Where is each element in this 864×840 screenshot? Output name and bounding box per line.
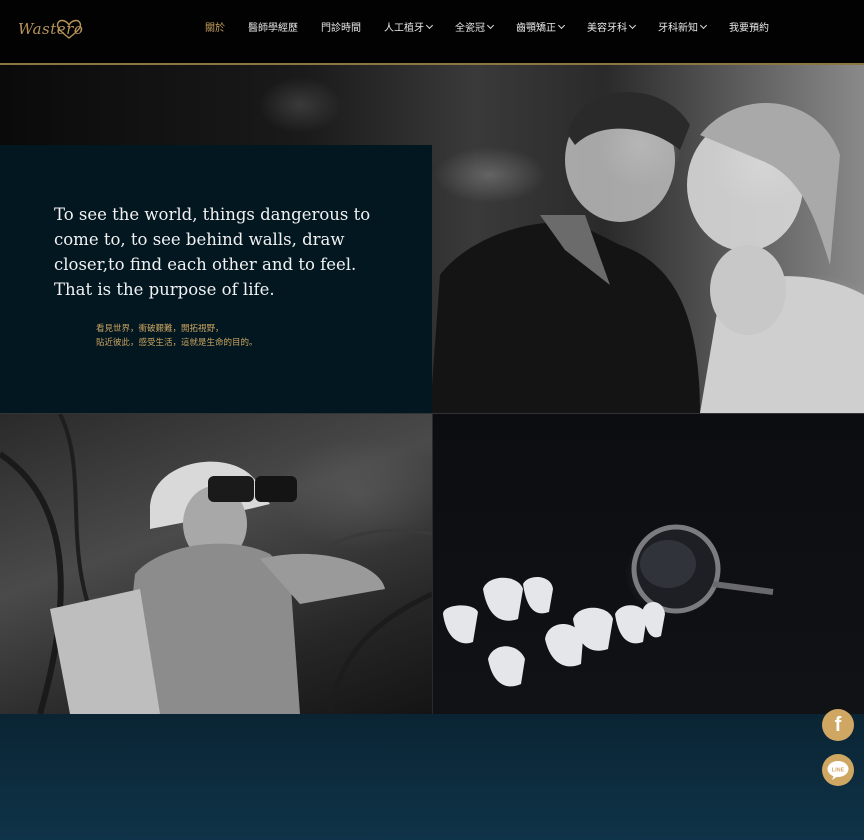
chevron-down-icon xyxy=(557,21,566,29)
explorer-photo-silhouettes xyxy=(0,414,432,714)
site-header: Wastero 關於 醫師學經歷 門診時間 人工植牙 全瓷冠 齒顎矯正 美容牙科… xyxy=(0,0,864,65)
line-icon-text: LINE xyxy=(832,768,845,774)
chevron-down-icon xyxy=(425,21,434,29)
nav-label: 關於 xyxy=(205,22,225,34)
quote-english: To see the world, things dangerous to co… xyxy=(54,205,371,299)
site-logo[interactable]: Wastero xyxy=(18,18,84,48)
nav-item-implant[interactable]: 人工植牙 xyxy=(384,19,434,34)
nav-item-hours[interactable]: 門診時間 xyxy=(321,19,361,34)
chevron-down-icon xyxy=(699,21,708,29)
veneers-photo-objects xyxy=(443,524,774,687)
nav-item-booking[interactable]: 我要預約 xyxy=(729,19,769,34)
quote-chinese-line1: 看見世界，衝破艱難，開拓視野， xyxy=(96,324,224,334)
nav-item-orthodontics[interactable]: 齒顎矯正 xyxy=(516,19,566,34)
nav-label: 我要預約 xyxy=(729,22,769,34)
nav-item-ceramic-crown[interactable]: 全瓷冠 xyxy=(455,19,495,34)
explorer-photo xyxy=(0,414,432,714)
nav-item-about[interactable]: 關於 xyxy=(205,19,225,34)
facebook-icon: f xyxy=(834,713,842,736)
quote-panel: To see the world, things dangerous to co… xyxy=(0,145,432,413)
veneers-photo xyxy=(433,414,864,714)
chevron-down-icon xyxy=(486,21,495,29)
nav-label: 齒顎矯正 xyxy=(516,22,556,34)
line-icon: LINE xyxy=(827,761,849,780)
chevron-down-icon xyxy=(628,21,637,29)
bottom-section xyxy=(0,714,864,840)
quote-chinese: 看見世界，衝破艱難，開拓視野， 貼近彼此，感受生活，這就是生命的目的。 xyxy=(96,322,396,350)
nav-label: 門診時間 xyxy=(321,22,361,34)
nav-item-doctor[interactable]: 醫師學經歷 xyxy=(248,19,298,34)
nav-item-news[interactable]: 牙科新知 xyxy=(658,19,708,34)
quote-chinese-line2: 貼近彼此，感受生活，這就是生命的目的。 xyxy=(96,338,258,348)
nav-item-cosmetic[interactable]: 美容牙科 xyxy=(587,19,637,34)
nav-label: 醫師學經歷 xyxy=(248,22,298,34)
line-button[interactable]: LINE xyxy=(822,754,854,786)
nav-label: 全瓷冠 xyxy=(455,22,485,34)
main-nav: 關於 醫師學經歷 門診時間 人工植牙 全瓷冠 齒顎矯正 美容牙科 牙科新知 我要… xyxy=(205,18,792,34)
nav-label: 美容牙科 xyxy=(587,22,627,34)
heart-logo-icon xyxy=(56,19,82,39)
nav-label: 牙科新知 xyxy=(658,22,698,34)
nav-label: 人工植牙 xyxy=(384,22,424,34)
facebook-button[interactable]: f xyxy=(822,709,854,741)
